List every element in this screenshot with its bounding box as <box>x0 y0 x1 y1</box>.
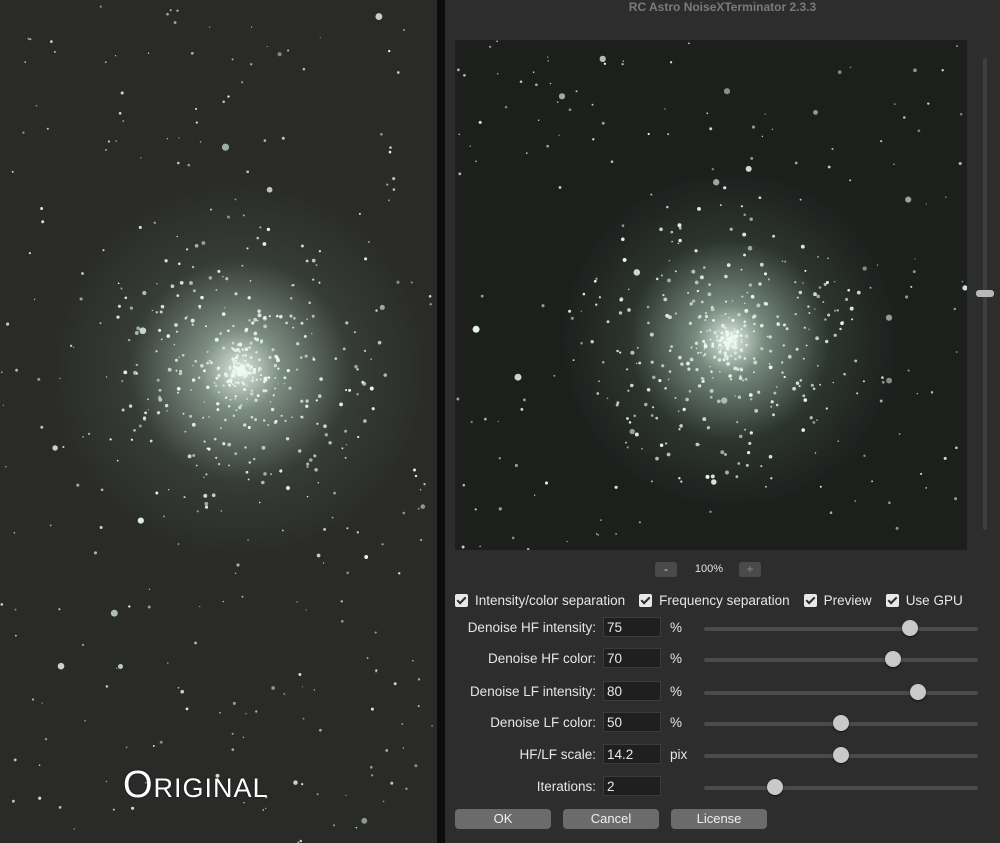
original-label: Original <box>123 764 269 806</box>
denoise-lf-intensity-input[interactable]: 80 <box>603 681 661 701</box>
option-frequency-separation[interactable]: Frequency separation <box>639 593 790 608</box>
iterations-slider-knob[interactable] <box>767 779 784 795</box>
param-unit: % <box>670 715 683 730</box>
ok-button[interactable]: OK <box>455 809 551 829</box>
option-label: Frequency separation <box>659 592 790 608</box>
checkbox-checked-icon[interactable] <box>885 593 899 607</box>
iterations-slider[interactable] <box>704 786 978 790</box>
denoise-lf-intensity-slider[interactable] <box>704 691 978 695</box>
iterations-input[interactable]: 2 <box>603 776 661 796</box>
zoom-out-button[interactable]: - <box>655 562 677 577</box>
options-row: Intensity/color separation Frequency sep… <box>455 591 977 609</box>
preview-image[interactable] <box>455 40 967 550</box>
param-denoise-hf-color: Denoise HF color: 70 % <box>445 648 1000 670</box>
original-starfield <box>0 5 433 843</box>
denoise-lf-color-input[interactable]: 50 <box>603 712 661 732</box>
window-title: RC Astro NoiseXTerminator 2.3.3 <box>628 0 817 14</box>
option-use-gpu[interactable]: Use GPU <box>885 592 963 608</box>
param-denoise-lf-intensity: Denoise LF intensity: 80 % <box>445 681 1000 703</box>
option-intensity-color-separation[interactable]: Intensity/color separation <box>455 593 625 608</box>
zoom-level: 100% <box>694 563 724 575</box>
panel-divider <box>437 0 445 843</box>
param-label: Denoise LF intensity: <box>469 684 596 699</box>
option-label: Preview <box>823 592 872 608</box>
preview-starfield <box>456 40 967 550</box>
param-hf-lf-scale: HF/LF scale: 14.2 pix <box>445 744 1000 766</box>
denoise-hf-color-slider[interactable] <box>704 658 978 662</box>
license-button[interactable]: License <box>671 809 767 829</box>
param-label: HF/LF scale: <box>519 747 596 762</box>
hf-lf-scale-input[interactable]: 14.2 <box>603 744 661 764</box>
option-label: Use GPU <box>905 592 963 608</box>
param-denoise-lf-color: Denoise LF color: 50 % <box>445 712 1000 734</box>
param-denoise-hf-intensity: Denoise HF intensity: 75 % <box>445 617 1000 639</box>
param-iterations: Iterations: 2 <box>445 776 1000 798</box>
checkbox-checked-icon[interactable] <box>803 593 817 607</box>
option-label: Intensity/color separation <box>475 592 626 608</box>
param-label: Denoise LF color: <box>490 715 596 730</box>
param-label: Denoise HF color: <box>487 651 596 666</box>
denoise-hf-color-slider-knob[interactable] <box>885 651 902 667</box>
param-unit: % <box>670 684 683 699</box>
option-preview[interactable]: Preview <box>803 592 872 608</box>
denoise-hf-intensity-input[interactable]: 75 <box>603 617 661 637</box>
param-label: Iterations: <box>536 779 596 794</box>
denoise-hf-color-input[interactable]: 70 <box>603 648 661 668</box>
preview-scrollbar-thumb[interactable] <box>976 290 994 297</box>
denoise-lf-intensity-slider-knob[interactable] <box>909 684 926 700</box>
cancel-button[interactable]: Cancel <box>563 809 659 829</box>
param-label: Denoise HF intensity: <box>467 620 596 635</box>
param-unit: pix <box>670 747 688 762</box>
denoise-hf-intensity-slider-knob[interactable] <box>901 620 918 636</box>
checkbox-checked-icon[interactable] <box>455 593 468 607</box>
noisexterminator-dialog: RC Astro NoiseXTerminator 2.3.3 - 100% +… <box>445 0 1000 843</box>
param-unit: % <box>670 651 683 666</box>
original-image: Original <box>0 0 437 843</box>
zoom-in-button[interactable]: + <box>739 562 761 577</box>
denoise-hf-intensity-slider[interactable] <box>704 627 978 631</box>
param-unit: % <box>670 620 683 635</box>
denoise-lf-color-slider-knob[interactable] <box>833 715 849 731</box>
checkbox-checked-icon[interactable] <box>639 593 653 607</box>
hf-lf-scale-slider-knob[interactable] <box>833 747 849 763</box>
